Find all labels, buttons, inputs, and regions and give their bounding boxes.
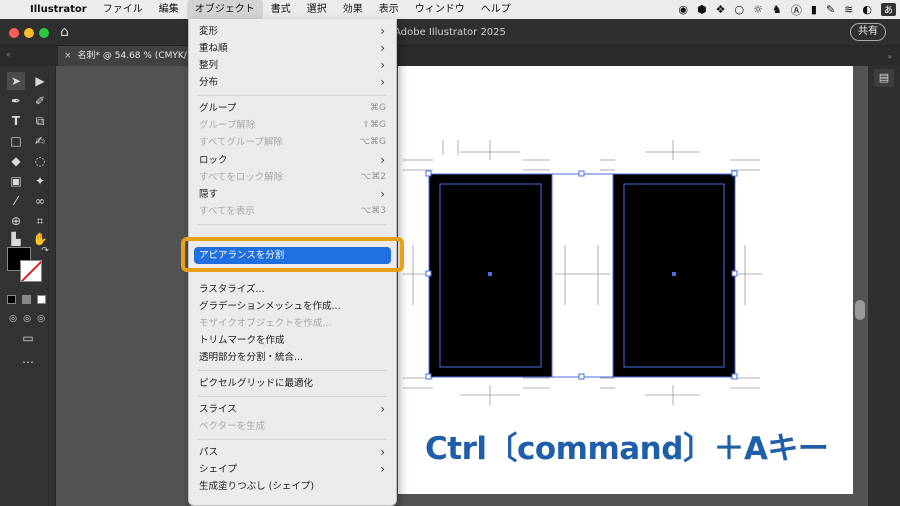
menu-item-arrange[interactable]: 重ね順 › (194, 40, 391, 57)
menu-item-transform[interactable]: 変形 › (194, 23, 391, 40)
center-point-right (672, 272, 676, 276)
chevron-right-icon: › (380, 58, 385, 72)
menu-item-flatten-transparency[interactable]: 透明部分を分割・統合... (194, 349, 391, 366)
menu-item-align[interactable]: 整列 › (194, 57, 391, 74)
menu-item-create-trim-marks[interactable]: トリムマークを作成 (194, 332, 391, 349)
chevron-right-icon: › (380, 41, 385, 55)
menu-separator (198, 439, 387, 440)
chevron-right-icon: › (380, 75, 385, 89)
menu-item-shape[interactable]: シェイプ › (194, 461, 391, 478)
menu-separator (198, 224, 387, 225)
keyboard-shortcut-caption: Ctrl〔command〕＋Aキー (425, 431, 829, 467)
menu-item-make-pixel-perfect[interactable]: ピクセルグリッドに最適化 (194, 375, 391, 392)
chevron-right-icon: › (380, 187, 385, 201)
menu-item-slice[interactable]: スライス › (194, 401, 391, 418)
highlight-callout-frame (181, 237, 404, 272)
chevron-right-icon: › (380, 24, 385, 38)
menu-item-create-object-mosaic[interactable]: モザイクオブジェクトを作成... (194, 315, 391, 332)
menu-item-path[interactable]: パス › (194, 444, 391, 461)
menu-item-show-all[interactable]: すべてを表示 ⌥⌘3 (194, 203, 391, 220)
chevron-right-icon: › (380, 462, 385, 476)
menu-item-rasterize[interactable]: ラスタライズ... (194, 281, 391, 298)
menu-item-hide[interactable]: 隠す › (194, 186, 391, 203)
center-point-left (488, 272, 492, 276)
chevron-right-icon: › (380, 402, 385, 416)
menu-item-distribute[interactable]: 分布 › (194, 74, 391, 91)
menu-separator (198, 370, 387, 371)
menu-item-generate-vectors[interactable]: ベクターを生成 (194, 418, 391, 435)
menu-item-generative-fill[interactable]: 生成塗りつぶし (シェイプ) (194, 478, 391, 495)
chevron-right-icon: › (380, 153, 385, 167)
menu-item-ungroup-all[interactable]: すべてグループ解除 ⌥⌘G (194, 134, 391, 151)
chevron-right-icon: › (380, 445, 385, 459)
menu-separator (198, 396, 387, 397)
menu-item-ungroup[interactable]: グループ解除 ⇧⌘G (194, 117, 391, 134)
menu-separator (198, 95, 387, 96)
menu-item-create-gradient-mesh[interactable]: グラデーションメッシュを作成... (194, 298, 391, 315)
menu-item-group[interactable]: グループ ⌘G (194, 100, 391, 117)
menu-item-lock[interactable]: ロック › (194, 152, 391, 169)
menu-item-unlock-all[interactable]: すべてをロック解除 ⌥⌘2 (194, 169, 391, 186)
